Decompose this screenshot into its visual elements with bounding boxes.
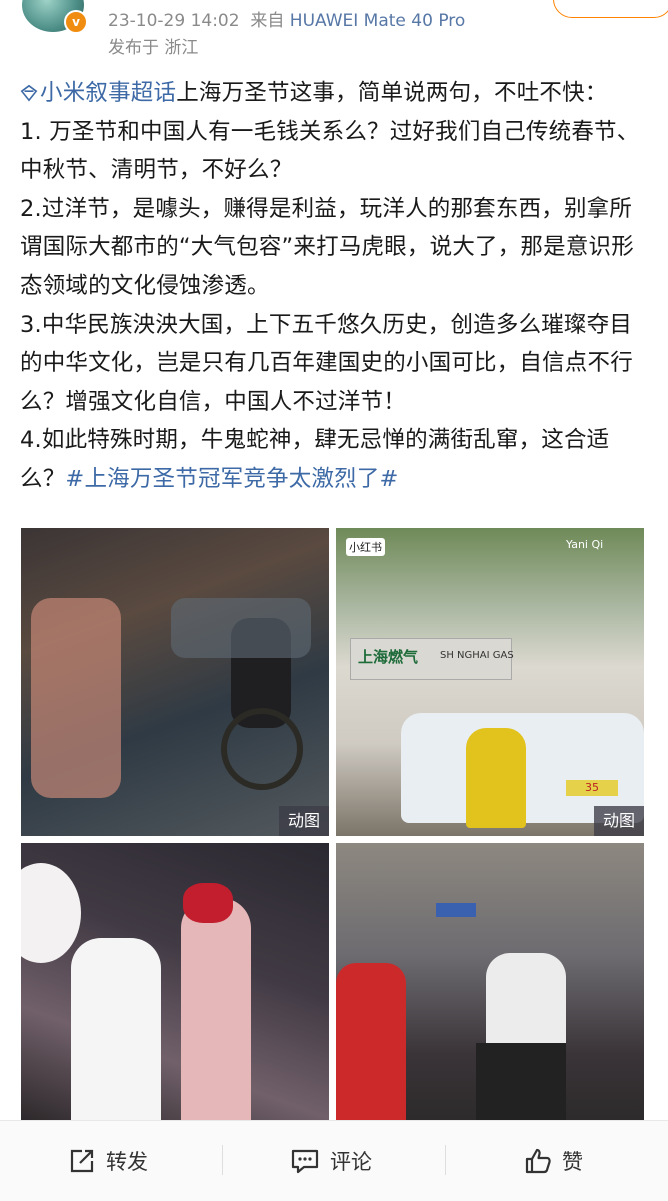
post-timestamp: 23-10-29 14:02 (108, 11, 240, 31)
repost-icon (70, 1149, 94, 1173)
post-location: 发布于 浙江 (108, 38, 199, 58)
like-label: 赞 (562, 1150, 583, 1174)
image-1[interactable]: 动图 (21, 528, 329, 836)
action-bar: 转发 评论 赞 (0, 1120, 668, 1201)
comment-button[interactable]: 评论 (290, 1145, 372, 1177)
super-topic-icon (20, 84, 38, 102)
follow-button[interactable] (553, 0, 668, 18)
watermark-user: Yani Qi (566, 538, 604, 551)
image-3[interactable] (21, 843, 329, 1125)
gas-sign-cn: 上海燃气 (358, 648, 419, 666)
post-paragraph-4: 4.如此特殊时期，牛鬼蛇神，肆无忌惮的满街乱窜，这合适么？#上海万圣节冠军竞争太… (20, 427, 610, 492)
post-paragraph-2: 2.过洋节，是噱头，赚得是利益，玩洋人的那套东西，别拿所谓国际大都市的“大气包容… (20, 195, 634, 299)
hashtag-link[interactable]: #上海万圣节冠军竞争太激烈了# (65, 466, 398, 492)
post-paragraph-3: 3.中华民族泱泱大国，上下五千悠久历史，创造多么璀璨夺目的中华文化，岂是只有几百… (20, 311, 633, 415)
like-button[interactable]: 赞 (524, 1145, 583, 1177)
divider (445, 1145, 446, 1175)
post-meta: 23-10-29 14:02 来自 HUAWEI Mate 40 Pro (108, 6, 465, 31)
comment-icon (291, 1149, 319, 1174)
comment-label: 评论 (330, 1150, 372, 1174)
repost-button[interactable]: 转发 (68, 1145, 148, 1177)
image-4[interactable] (336, 843, 644, 1125)
watermark-app: 小红书 (346, 538, 385, 556)
post-intro-text: 上海万圣节这事，简单说两句，不吐不快： (176, 80, 608, 106)
post-body: 小米叙事超话上海万圣节这事，简单说两句，不吐不快： 1. 万圣节和中国人有一毛钱… (20, 74, 645, 499)
gif-badge: 动图 (279, 806, 329, 836)
post-header: v 23-10-29 14:02 来自 HUAWEI Mate 40 Pro 发… (0, 0, 668, 70)
post-paragraph-1: 1. 万圣节和中国人有一毛钱关系么？过好我们自己传统春节、中秋节、清明节，不好么… (20, 118, 640, 184)
gif-badge: 动图 (594, 806, 644, 836)
repost-label: 转发 (106, 1150, 148, 1174)
van-sign: 35 (566, 780, 618, 796)
verified-badge-icon: v (64, 10, 88, 34)
post-intro: 小米叙事超话上海万圣节这事，简单说两句，不吐不快： (20, 74, 645, 113)
divider (222, 1145, 223, 1175)
gas-sign-en: SH NGHAI GAS (440, 650, 514, 661)
thumbs-up-icon (525, 1148, 551, 1174)
device-name[interactable]: HUAWEI Mate 40 Pro (290, 11, 466, 31)
source-prefix: 来自 (250, 11, 285, 31)
image-2[interactable]: 小红书 Yani Qi 上海燃气 SH NGHAI GAS 35 动图 (336, 528, 644, 836)
topic-link[interactable]: 小米叙事超话 (20, 80, 176, 106)
